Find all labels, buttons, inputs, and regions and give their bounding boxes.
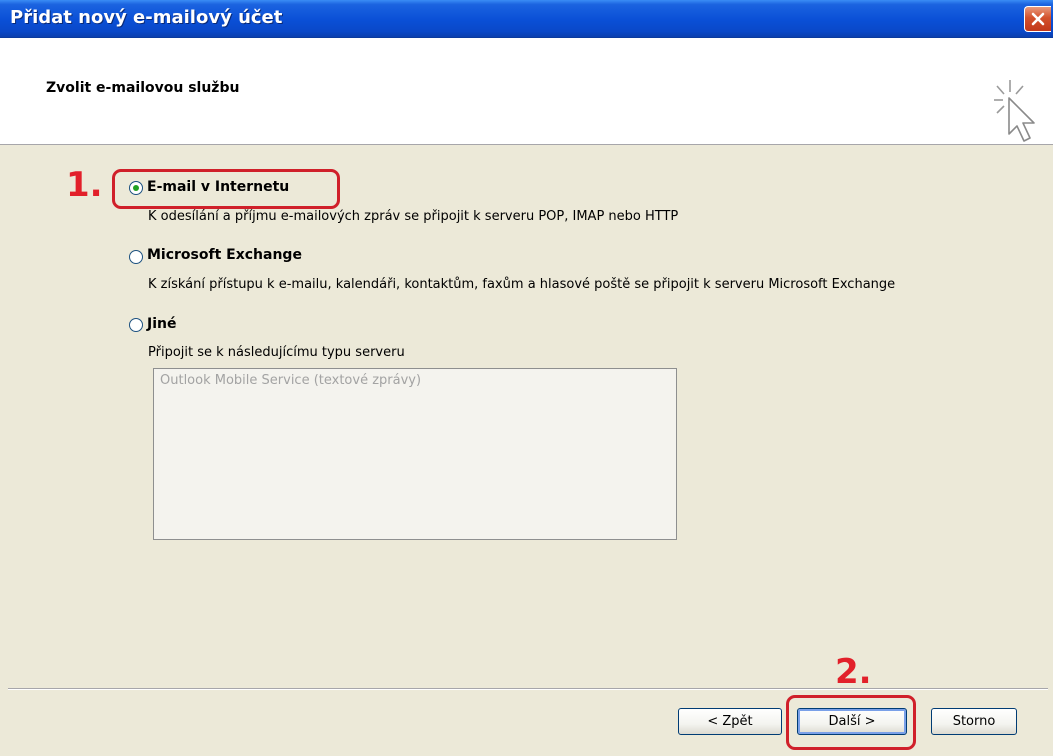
option-label-other[interactable]: Jiné — [147, 316, 176, 332]
back-button[interactable]: < Zpět — [678, 708, 782, 735]
radio-microsoft-exchange[interactable] — [129, 250, 143, 264]
step-1-annotation: 1. — [66, 165, 103, 205]
option-desc-microsoft-exchange: K získání přístupu k e-mailu, kalendáři,… — [148, 277, 896, 292]
list-item[interactable]: Outlook Mobile Service (textové zprávy) — [160, 373, 421, 388]
option-desc-other: Připojit se k následujícímu typu serveru — [148, 345, 405, 360]
title-bar[interactable]: Přidat nový e-mailový účet — [0, 0, 1053, 38]
step-2-annotation: 2. — [835, 652, 872, 692]
add-email-account-dialog: Přidat nový e-mailový účet Zvolit e-mail… — [0, 0, 1053, 756]
option-label-microsoft-exchange[interactable]: Microsoft Exchange — [147, 247, 302, 263]
option-label-email-internet[interactable]: E-mail v Internetu — [147, 179, 289, 195]
radio-email-internet[interactable] — [129, 181, 143, 195]
close-icon — [1031, 12, 1045, 26]
window-title: Přidat nový e-mailový účet — [10, 7, 283, 28]
cancel-button[interactable]: Storno — [931, 708, 1017, 735]
header-panel: Zvolit e-mailovou službu — [0, 38, 1053, 145]
close-button[interactable] — [1024, 6, 1051, 32]
radio-other[interactable] — [129, 318, 143, 332]
footer-divider-highlight — [8, 689, 1048, 690]
server-type-list[interactable]: Outlook Mobile Service (textové zprávy) — [153, 368, 677, 540]
next-button[interactable]: Další > — [797, 708, 907, 735]
wizard-cursor-icon — [994, 80, 1035, 142]
option-desc-email-internet: K odesílání a příjmu e-mailových zpráv s… — [148, 209, 679, 224]
page-title: Zvolit e-mailovou službu — [46, 80, 240, 96]
